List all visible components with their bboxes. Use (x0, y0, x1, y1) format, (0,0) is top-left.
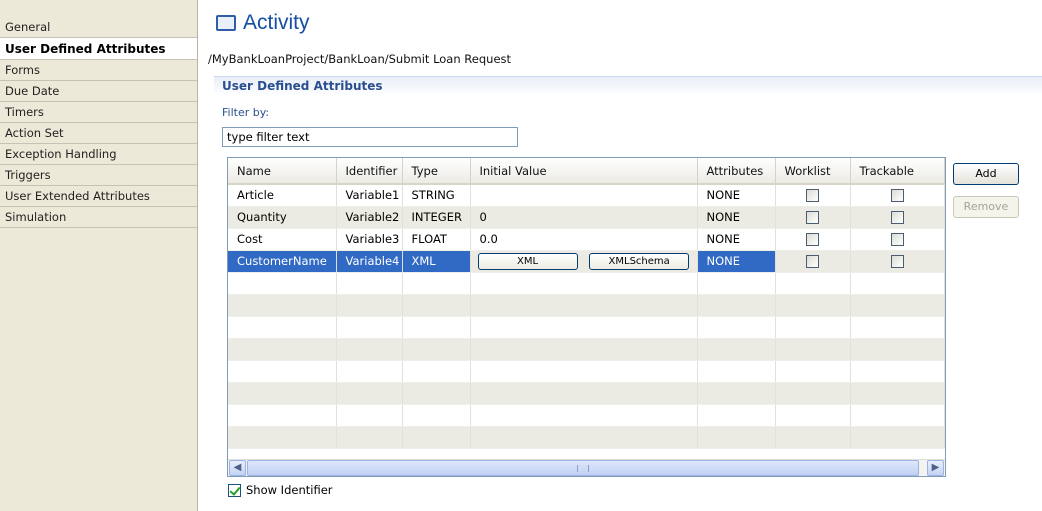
cell-identifier[interactable]: Variable2 (336, 206, 403, 229)
cell-initial-value[interactable]: 0 (470, 206, 698, 229)
column-header-worklist[interactable]: Worklist (775, 158, 851, 185)
worklist-checkbox[interactable] (806, 189, 819, 203)
worklist-checkbox[interactable] (806, 233, 819, 246)
empty-row (228, 360, 945, 383)
cell-type[interactable]: FLOAT (402, 228, 471, 251)
sidebar-item-user-extended-attributes[interactable]: User Extended Attributes (0, 186, 197, 207)
table-row[interactable]: Article Variable1 STRING NONE (228, 184, 945, 207)
cell-attributes[interactable]: NONE (697, 228, 776, 251)
horizontal-scrollbar[interactable]: ◀ ▶ (228, 459, 945, 476)
sidebar-item-timers[interactable]: Timers (0, 102, 197, 123)
scroll-right-arrow-icon[interactable]: ▶ (927, 460, 944, 476)
cell-trackable (850, 250, 945, 273)
remove-button[interactable]: Remove (953, 196, 1019, 218)
empty-row (228, 294, 945, 317)
worklist-checkbox[interactable] (806, 255, 819, 268)
column-header-identifier[interactable]: Identifier (336, 158, 403, 185)
scroll-thumb[interactable] (247, 460, 919, 476)
sidebar-item-simulation[interactable]: Simulation (0, 207, 197, 228)
worklist-checkbox[interactable] (806, 211, 819, 224)
cell-attributes[interactable]: NONE (697, 206, 776, 229)
cell-name[interactable]: Quantity (228, 206, 337, 229)
table-row[interactable]: Cost Variable3 FLOAT 0.0 NONE (228, 228, 945, 251)
cell-worklist (775, 184, 851, 207)
cell-name[interactable]: Article (228, 184, 337, 207)
empty-row (228, 338, 945, 361)
cell-initial-value[interactable]: 0.0 (470, 228, 698, 251)
cell-worklist (775, 206, 851, 229)
sidebar-item-user-defined-attributes[interactable]: User Defined Attributes (0, 38, 197, 60)
empty-row (228, 404, 945, 427)
sidebar-item-forms[interactable]: Forms (0, 60, 197, 81)
filter-label: Filter by: (222, 106, 270, 119)
section-title: User Defined Attributes (222, 79, 383, 93)
sidebar-item-exception-handling[interactable]: Exception Handling (0, 144, 197, 165)
sidebar: General User Defined Attributes Forms Du… (0, 0, 198, 511)
cell-attributes[interactable]: NONE (697, 184, 776, 207)
xml-button[interactable]: XML (477, 252, 578, 270)
column-header-initial-value[interactable]: Initial Value (470, 158, 698, 185)
column-header-trackable[interactable]: Trackable (850, 158, 945, 185)
cell-initial-value[interactable] (470, 184, 698, 207)
sidebar-item-due-date[interactable]: Due Date (0, 81, 197, 102)
main-panel: Activity /MyBankLoanProject/BankLoan/Sub… (206, 0, 1042, 511)
cell-type[interactable]: INTEGER (402, 206, 471, 229)
table-row[interactable]: Quantity Variable2 INTEGER 0 NONE (228, 206, 945, 229)
cell-name[interactable]: CustomerName (228, 250, 337, 273)
trackable-checkbox[interactable] (890, 211, 904, 224)
section-header: User Defined Attributes (214, 76, 1042, 96)
empty-row (228, 426, 945, 449)
cell-type[interactable]: STRING (402, 184, 471, 207)
breadcrumb-path: /MyBankLoanProject/BankLoan/Submit Loan … (208, 52, 512, 66)
cell-identifier[interactable]: Variable1 (336, 184, 403, 207)
cell-worklist (775, 228, 851, 251)
sidebar-item-action-set[interactable]: Action Set (0, 123, 197, 144)
trackable-checkbox[interactable] (890, 189, 904, 203)
cell-trackable (850, 228, 945, 251)
sidebar-top-spacer (0, 0, 197, 17)
filter-input[interactable] (222, 127, 518, 147)
cell-trackable (850, 206, 945, 229)
xml-schema-button[interactable]: XMLSchema (589, 252, 690, 270)
empty-row (228, 316, 945, 339)
table-row-selected[interactable]: CustomerName Variable4 XML XML XMLSchema… (228, 250, 945, 273)
attributes-table: Name Identifier Type Initial Value Attri… (227, 157, 946, 477)
sidebar-item-triggers[interactable]: Triggers (0, 165, 197, 186)
column-header-attributes[interactable]: Attributes (697, 158, 776, 185)
cell-type[interactable]: XML (402, 250, 471, 273)
add-button[interactable]: Add (953, 163, 1019, 185)
column-header-type[interactable]: Type (402, 158, 471, 185)
cell-initial-value: XML XMLSchema (470, 250, 698, 273)
empty-row (228, 272, 945, 295)
cell-identifier[interactable]: Variable4 (336, 250, 403, 273)
table-header-row: Name Identifier Type Initial Value Attri… (228, 158, 945, 185)
grip-icon (577, 465, 589, 472)
cell-name[interactable]: Cost (228, 228, 337, 251)
sidebar-item-general[interactable]: General (0, 17, 197, 38)
show-identifier-label: Show Identifier (246, 483, 333, 497)
cell-worklist (775, 250, 851, 273)
empty-row (228, 382, 945, 405)
scroll-left-arrow-icon[interactable]: ◀ (229, 460, 246, 476)
show-identifier-option[interactable]: Show Identifier (228, 483, 333, 497)
activity-icon (216, 15, 236, 31)
column-header-name[interactable]: Name (228, 158, 337, 185)
title-row: Activity (216, 9, 310, 37)
cell-trackable (850, 184, 945, 207)
page-title: Activity (243, 11, 310, 34)
trackable-checkbox[interactable] (890, 255, 904, 268)
cell-attributes[interactable]: NONE (697, 250, 776, 273)
trackable-checkbox[interactable] (890, 233, 904, 246)
show-identifier-checkbox[interactable] (228, 483, 241, 497)
cell-identifier[interactable]: Variable3 (336, 228, 403, 251)
